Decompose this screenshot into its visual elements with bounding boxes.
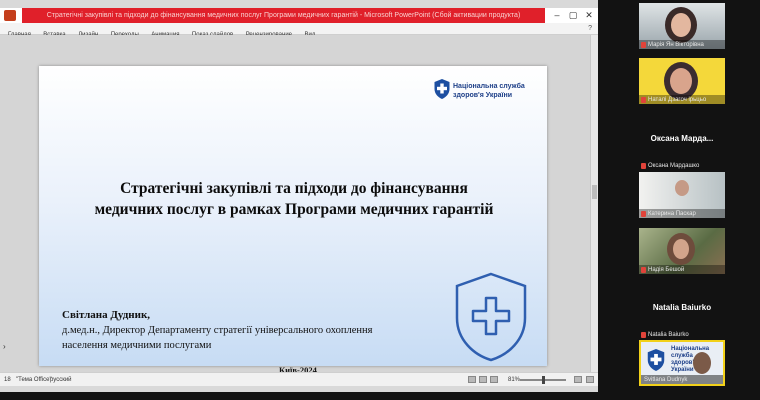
- participant-name: Наталі Дзагоч ірьцьо: [648, 97, 707, 103]
- mic-muted-icon: [641, 267, 646, 273]
- title-bar: Стратегічні закупівлі та підходи до фіна…: [0, 8, 598, 23]
- slide-editor: › Національна служба здоров'я України Ст…: [0, 35, 598, 375]
- participant-name: Оксана Мардашко: [648, 163, 700, 169]
- zoom-level[interactable]: 81%: [508, 373, 520, 387]
- slide-title: Стратегічні закупівлі та підходи до фіна…: [94, 180, 494, 218]
- reading-view-icon[interactable]: [490, 376, 498, 383]
- screen: Стратегічні закупівлі та підходи до фіна…: [0, 0, 760, 400]
- slide: Національна служба здоров'я України Стра…: [39, 66, 547, 375]
- language-indicator[interactable]: русский: [50, 373, 72, 387]
- participant-name: Катерина Паскар: [648, 211, 696, 217]
- participants-panel: Марія Ян Вікторівна Наталі Дзагоч ірьцьо…: [637, 0, 760, 400]
- window-title: Стратегічні закупівлі та підходи до фіна…: [22, 8, 545, 23]
- powerpoint-app-icon[interactable]: [4, 10, 16, 21]
- zoom-slider-handle[interactable]: [542, 376, 545, 384]
- vertical-scrollbar[interactable]: [590, 35, 598, 372]
- mic-muted-icon: [641, 332, 646, 338]
- author-name: Світлана Дудник,: [62, 309, 151, 321]
- participant-tile-active-speaker[interactable]: Національна служба здоров'я України Svit…: [639, 340, 725, 386]
- help-icon[interactable]: ?: [588, 23, 592, 35]
- maximize-icon[interactable]: ▢: [566, 8, 580, 23]
- nszu-shield-icon: [434, 79, 450, 99]
- participant-tile[interactable]: Надія Бешой: [639, 228, 725, 274]
- nszu-shield-icon: [647, 349, 665, 371]
- status-bar: 18 "Тема Office" русский 81%: [0, 372, 598, 386]
- participant-display-name: Оксана Марда...: [650, 134, 714, 143]
- participant-name: Надія Бешой: [648, 267, 685, 273]
- mic-muted-icon: [641, 42, 646, 48]
- participant-tile[interactable]: Natalia Baiurko Natalia Baiurko: [639, 293, 725, 339]
- nszu-shield-outline-icon: [455, 272, 527, 362]
- participant-tile[interactable]: Марія Ян Вікторівна: [639, 3, 725, 49]
- mic-muted-icon: [641, 163, 646, 169]
- collapse-arrow-icon[interactable]: ›: [3, 342, 6, 351]
- mic-muted-icon: [641, 97, 646, 103]
- participant-display-name: Natalia Baiurko: [652, 303, 712, 312]
- fit-window-icon[interactable]: [586, 376, 594, 383]
- participant-name: Natalia Baiurko: [648, 332, 689, 338]
- nszu-logo: Національна служба здоров'я України: [434, 79, 544, 105]
- normal-view-icon[interactable]: [468, 376, 476, 383]
- minimize-icon[interactable]: –: [550, 8, 564, 23]
- author-block: Світлана Дудник, д.мед.н., Директор Депа…: [62, 308, 462, 353]
- slide-sorter-icon[interactable]: [479, 376, 487, 383]
- author-description: д.мед.н., Директор Департаменту стратегі…: [62, 325, 373, 351]
- participant-name: Svitlana Dudnyk: [644, 377, 688, 383]
- theme-name: "Тема Office": [16, 377, 52, 383]
- ribbon-tabs: Главная Вставка Дизайн Переходы Анимация…: [0, 23, 598, 38]
- participant-tile[interactable]: Оксана Марда... Оксана Мардашко: [639, 124, 725, 170]
- powerpoint-window: Стратегічні закупівлі та підходи до фіна…: [0, 0, 598, 392]
- slide-number: 18: [4, 377, 11, 383]
- close-icon[interactable]: ✕: [582, 8, 596, 23]
- participant-tile[interactable]: Катерина Паскар: [639, 172, 725, 218]
- participant-tile[interactable]: Наталі Дзагоч ірьцьо: [639, 58, 725, 104]
- mic-muted-icon: [641, 211, 646, 217]
- fit-slide-icon[interactable]: [574, 376, 582, 383]
- participant-name: Марія Ян Вікторівна: [648, 42, 704, 48]
- logo-text: Національна служба здоров'я України: [453, 83, 525, 99]
